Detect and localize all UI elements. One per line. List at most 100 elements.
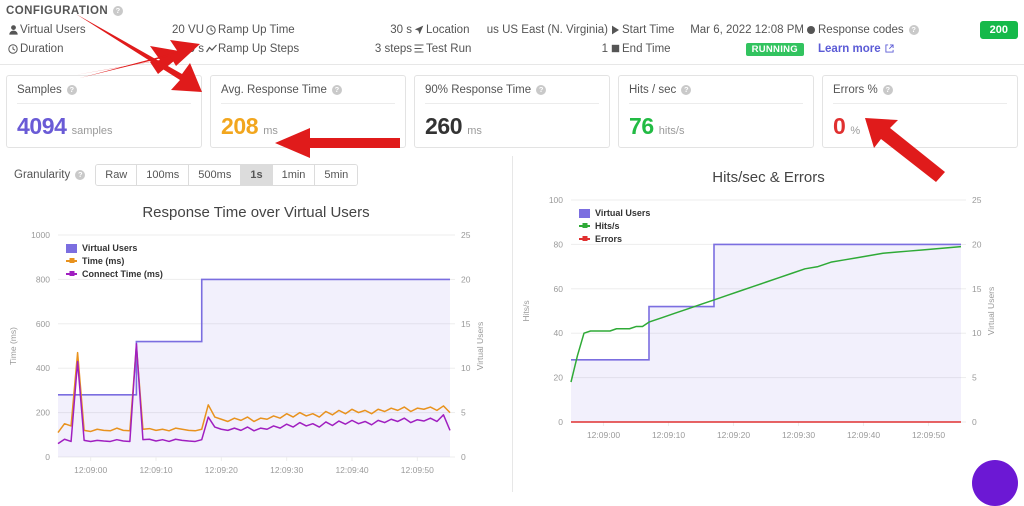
svg-text:12:09:10: 12:09:10 bbox=[652, 430, 685, 440]
svg-text:0: 0 bbox=[45, 452, 50, 462]
svg-text:Time (ms): Time (ms) bbox=[82, 256, 124, 266]
config-value-duration: 60 s bbox=[182, 42, 204, 55]
svg-text:Errors: Errors bbox=[595, 234, 622, 244]
svg-text:12:09:40: 12:09:40 bbox=[847, 430, 880, 440]
svg-text:400: 400 bbox=[36, 363, 50, 373]
svg-text:100: 100 bbox=[549, 195, 563, 205]
clock-icon bbox=[204, 24, 218, 35]
kpi-card-title: Errors % ? bbox=[833, 84, 1007, 104]
svg-text:25: 25 bbox=[461, 230, 471, 240]
kpi-label-hits-per-sec: Hits / sec bbox=[629, 84, 677, 96]
clock-icon bbox=[6, 43, 20, 54]
config-row-location: Location us US East (N. Virginia) bbox=[412, 22, 608, 37]
kpi-label-samples: Samples bbox=[17, 84, 62, 96]
svg-text:15: 15 bbox=[461, 319, 471, 329]
kpi-card-title: Avg. Response Time ? bbox=[221, 84, 395, 104]
external-link-icon bbox=[885, 44, 894, 53]
svg-text:12:09:20: 12:09:20 bbox=[205, 465, 238, 475]
kpi-value-samples: 4094 bbox=[17, 113, 67, 139]
granularity-toolbar: Granularity ? Raw 100ms 500ms 1s 1min 5min bbox=[0, 156, 512, 186]
help-icon[interactable]: ? bbox=[75, 170, 86, 180]
location-icon bbox=[412, 25, 426, 35]
kpi-value-hits-per-sec: 76 bbox=[629, 113, 654, 139]
granularity-label-wrap: Granularity ? bbox=[14, 169, 86, 181]
granularity-label: Granularity bbox=[14, 169, 71, 181]
config-value-end-time: RUNNING bbox=[738, 42, 804, 56]
configuration-bar: Virtual Users 20 VU Duration 60 s Ramp U… bbox=[0, 17, 1024, 65]
granularity-option-raw[interactable]: Raw bbox=[96, 165, 137, 185]
svg-text:10: 10 bbox=[461, 363, 471, 373]
kpi-card-errors-pct: Errors % ? 0 % bbox=[822, 75, 1018, 148]
response-code-badge-wrap: 200 bbox=[972, 20, 1018, 39]
help-icon[interactable]: ? bbox=[882, 85, 893, 95]
svg-text:5: 5 bbox=[461, 408, 466, 418]
chat-widget-button[interactable] bbox=[972, 460, 1018, 506]
response-code-badge: 200 bbox=[979, 20, 1018, 39]
svg-text:Virtual Users: Virtual Users bbox=[986, 287, 996, 336]
help-icon[interactable]: ? bbox=[331, 85, 342, 95]
svg-text:Hits/s: Hits/s bbox=[595, 221, 620, 231]
help-icon[interactable]: ? bbox=[113, 6, 124, 16]
config-row-ramp-up-steps: Ramp Up Steps 3 steps bbox=[204, 41, 412, 56]
configuration-header: CONFIGURATION ? bbox=[0, 0, 1024, 17]
granularity-option-1s[interactable]: 1s bbox=[240, 165, 272, 185]
config-row-test-run: Test Run 1 bbox=[412, 41, 608, 56]
kpi-card-title: 90% Response Time ? bbox=[425, 84, 599, 104]
svg-text:600: 600 bbox=[36, 319, 50, 329]
granularity-option-100ms[interactable]: 100ms bbox=[136, 165, 189, 185]
granularity-option-5min[interactable]: 5min bbox=[314, 165, 358, 185]
svg-text:Time (ms): Time (ms) bbox=[8, 327, 18, 365]
kpi-card-value: 208 ms bbox=[221, 104, 395, 140]
config-value-ramp-up-steps: 3 steps bbox=[374, 42, 412, 55]
help-icon[interactable]: ? bbox=[536, 85, 547, 95]
kpi-unit-hits-per-sec: hits/s bbox=[658, 125, 685, 137]
svg-text:20: 20 bbox=[461, 274, 471, 284]
svg-text:0: 0 bbox=[558, 417, 563, 427]
learn-more-label: Learn more bbox=[818, 42, 881, 55]
charts-section: Granularity ? Raw 100ms 500ms 1s 1min 5min Re… bbox=[0, 156, 1024, 506]
chart-title-response-time: Response Time over Virtual Users bbox=[142, 204, 370, 221]
config-label-ramp-up-time: Ramp Up Time bbox=[218, 23, 295, 36]
kpi-card-avg-response-time: Avg. Response Time ? 208 ms bbox=[210, 75, 406, 148]
kpi-card-title: Hits / sec ? bbox=[629, 84, 803, 104]
config-row-start-time: Start Time Mar 6, 2022 12:08 PM bbox=[608, 22, 804, 37]
kpi-card-value: 0 % bbox=[833, 104, 1007, 140]
config-label-test-run: Test Run bbox=[426, 42, 472, 55]
config-row-learn-more: Learn more bbox=[804, 41, 1018, 56]
config-group-ramp: Ramp Up Time 30 s Ramp Up Steps 3 steps bbox=[204, 22, 412, 56]
kpi-label-avg-response-time: Avg. Response Time bbox=[221, 84, 327, 96]
config-label-duration: Duration bbox=[20, 42, 64, 55]
config-value-test-run: 1 bbox=[601, 42, 608, 55]
user-icon bbox=[6, 24, 20, 35]
svg-text:Virtual Users: Virtual Users bbox=[595, 208, 650, 218]
svg-text:12:09:10: 12:09:10 bbox=[139, 465, 172, 475]
help-icon[interactable]: ? bbox=[681, 85, 692, 95]
svg-text:60: 60 bbox=[554, 284, 564, 294]
svg-text:12:09:00: 12:09:00 bbox=[587, 430, 620, 440]
chart-panel-response-time: Granularity ? Raw 100ms 500ms 1s 1min 5min Re… bbox=[0, 156, 513, 492]
granularity-option-1min[interactable]: 1min bbox=[271, 165, 315, 185]
svg-text:Connect Time (ms): Connect Time (ms) bbox=[82, 269, 163, 279]
help-icon[interactable]: ? bbox=[908, 24, 919, 35]
learn-more-link[interactable]: Learn more bbox=[818, 43, 894, 55]
help-icon[interactable]: ? bbox=[66, 85, 77, 95]
granularity-segmented-control[interactable]: Raw 100ms 500ms 1s 1min 5min bbox=[95, 164, 359, 186]
kpi-card-value: 76 hits/s bbox=[629, 104, 803, 140]
kpi-card-value: 4094 samples bbox=[17, 104, 191, 140]
config-value-location: us US East (N. Virginia) bbox=[486, 23, 608, 36]
svg-text:800: 800 bbox=[36, 274, 50, 284]
svg-text:10: 10 bbox=[972, 328, 982, 338]
kpi-unit-samples: samples bbox=[71, 125, 113, 137]
svg-text:12:09:50: 12:09:50 bbox=[401, 465, 434, 475]
svg-text:Virtual Users: Virtual Users bbox=[82, 243, 137, 253]
config-label-start-time: Start Time bbox=[622, 23, 675, 36]
svg-text:25: 25 bbox=[972, 195, 982, 205]
chart-canvas-hits-errors: 0 20 40 60 80 100 0 5 10 15 20 25 Hits/s Virtual User… bbox=[513, 186, 1024, 456]
granularity-option-500ms[interactable]: 500ms bbox=[188, 165, 241, 185]
status-badge: RUNNING bbox=[745, 42, 804, 56]
config-value-virtual-users: 20 VU bbox=[172, 23, 204, 36]
svg-text:12:09:30: 12:09:30 bbox=[782, 430, 815, 440]
chart-panel-hits-errors: Hits/sec & Errors 0 20 40 60 80 100 0 5 10 15 20 25… bbox=[513, 156, 1024, 506]
config-row-virtual-users: Virtual Users 20 VU bbox=[6, 22, 204, 37]
svg-text:Virtual Users: Virtual Users bbox=[475, 322, 485, 371]
